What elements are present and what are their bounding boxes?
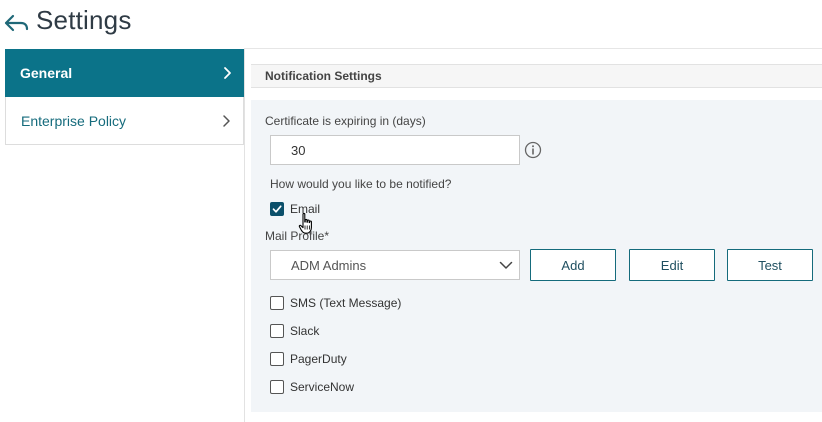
chevron-down-icon — [499, 261, 513, 269]
sms-checkbox-row[interactable]: SMS (Text Message) — [270, 294, 401, 312]
mail-profile-select[interactable]: ADM Admins — [270, 250, 520, 280]
mail-profile-label: Mail Profile* — [265, 229, 330, 243]
sms-checkbox[interactable] — [270, 296, 284, 310]
email-checkbox-row[interactable]: Email — [270, 200, 320, 218]
section-header: Notification Settings — [251, 64, 822, 88]
email-checkbox[interactable] — [270, 202, 284, 216]
pagerduty-checkbox[interactable] — [270, 352, 284, 366]
slack-label: Slack — [290, 324, 320, 338]
notify-question: How would you like to be notified? — [270, 177, 452, 191]
sms-label: SMS (Text Message) — [290, 296, 402, 310]
pagerduty-label: PagerDuty — [290, 352, 347, 366]
add-button[interactable]: Add — [530, 249, 616, 281]
back-arrow-icon[interactable] — [4, 11, 30, 33]
servicenow-label: ServiceNow — [290, 380, 355, 394]
chevron-right-icon — [223, 114, 230, 127]
expiry-label: Certificate is expiring in (days) — [265, 114, 426, 128]
content-divider — [244, 49, 245, 422]
servicenow-checkbox-row[interactable]: ServiceNow — [270, 378, 354, 396]
chevron-right-icon — [224, 67, 231, 79]
slack-checkbox-row[interactable]: Slack — [270, 322, 319, 340]
header-divider — [244, 48, 822, 49]
info-icon[interactable] — [524, 141, 542, 159]
pagerduty-checkbox-row[interactable]: PagerDuty — [270, 350, 347, 368]
expiry-days-input[interactable] — [270, 135, 520, 165]
edit-button[interactable]: Edit — [629, 249, 715, 281]
test-button[interactable]: Test — [727, 249, 813, 281]
sidebar-item-label: General — [20, 65, 73, 81]
checkmark-icon — [272, 205, 282, 213]
email-label: Email — [290, 202, 321, 216]
sidebar-item-label: Enterprise Policy — [21, 112, 127, 129]
slack-checkbox[interactable] — [270, 324, 284, 338]
page-title: Settings — [36, 5, 132, 35]
page-header: Settings — [0, 0, 822, 48]
servicenow-checkbox[interactable] — [270, 380, 284, 394]
mail-profile-value: ADM Admins — [291, 258, 367, 273]
sidebar-item-enterprise-policy[interactable]: Enterprise Policy — [5, 97, 244, 145]
sidebar-item-general[interactable]: General — [5, 49, 244, 97]
sidebar: General Enterprise Policy — [5, 49, 244, 145]
